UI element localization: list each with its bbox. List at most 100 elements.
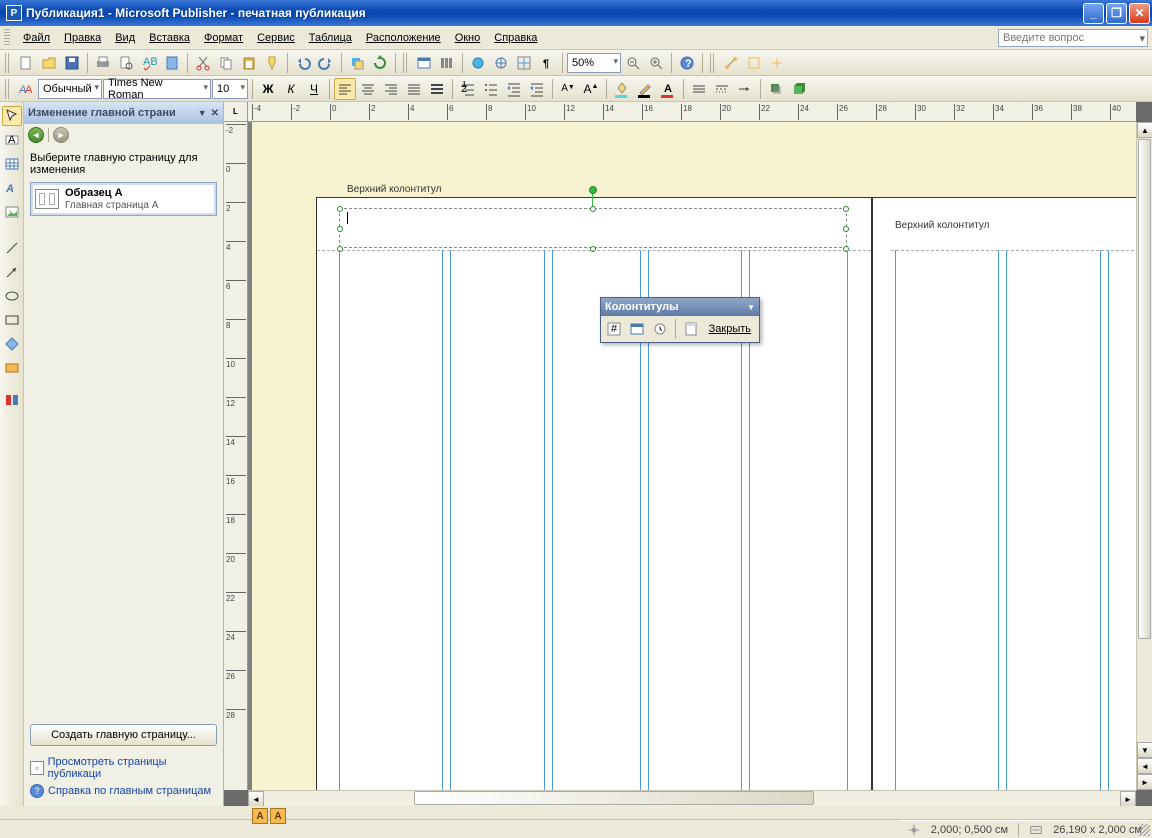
web-tools-icon[interactable] bbox=[490, 52, 512, 74]
align-left-icon[interactable] bbox=[334, 78, 356, 100]
arrow-tool-icon[interactable] bbox=[2, 262, 22, 282]
insert-time-icon[interactable] bbox=[649, 318, 671, 340]
prev-page-icon[interactable]: ◄ bbox=[1137, 758, 1152, 774]
font-combo[interactable]: Times New Roman bbox=[103, 79, 211, 99]
scroll-right-icon[interactable]: ► bbox=[1120, 791, 1136, 807]
close-button[interactable]: ✕ bbox=[1129, 3, 1150, 24]
special-chars-icon[interactable]: ¶ bbox=[536, 52, 558, 74]
hotspot-tool-icon[interactable] bbox=[2, 358, 22, 378]
show-header-footer-icon[interactable] bbox=[680, 318, 702, 340]
master-help-link[interactable]: ?Справка по главным страницам bbox=[30, 782, 217, 800]
nav-back-icon[interactable]: ◄ bbox=[28, 127, 44, 143]
new-icon[interactable] bbox=[15, 52, 37, 74]
line-color-icon[interactable] bbox=[634, 78, 656, 100]
bring-front-icon[interactable] bbox=[346, 52, 368, 74]
task-pane-close-icon[interactable]: ✕ bbox=[211, 108, 219, 119]
menu-table[interactable]: Таблица bbox=[302, 29, 359, 47]
rotate-icon[interactable] bbox=[369, 52, 391, 74]
menu-tools[interactable]: Сервис bbox=[250, 29, 302, 47]
textbox-tool-icon[interactable]: A bbox=[2, 130, 22, 150]
font-size-combo[interactable]: 10 bbox=[212, 79, 248, 99]
paste-icon[interactable] bbox=[238, 52, 260, 74]
header-footer-toolbar[interactable]: Колонтитулы▼ # Закрыть bbox=[600, 297, 760, 343]
nav-forward-icon[interactable]: ► bbox=[53, 127, 69, 143]
connect-icon2[interactable] bbox=[743, 52, 765, 74]
decrease-indent-icon[interactable] bbox=[503, 78, 525, 100]
web-preview-icon[interactable] bbox=[413, 52, 435, 74]
autoshapes-tool-icon[interactable] bbox=[2, 334, 22, 354]
guides-icon[interactable] bbox=[513, 52, 535, 74]
increase-indent-icon[interactable] bbox=[526, 78, 548, 100]
menu-edit[interactable]: Правка bbox=[57, 29, 108, 47]
copy-icon[interactable] bbox=[215, 52, 237, 74]
insert-date-icon[interactable] bbox=[626, 318, 648, 340]
bold-icon[interactable]: Ж bbox=[257, 78, 279, 100]
styles-icon[interactable]: AA bbox=[15, 78, 37, 100]
format-painter-icon[interactable] bbox=[261, 52, 283, 74]
oval-tool-icon[interactable] bbox=[2, 286, 22, 306]
menu-file[interactable]: Файл bbox=[16, 29, 57, 47]
minimize-button[interactable]: _ bbox=[1083, 3, 1104, 24]
help-search-box[interactable]: Введите вопрос bbox=[998, 29, 1148, 47]
design-gallery-icon[interactable] bbox=[2, 390, 22, 410]
page-right[interactable]: Верхний колонтитул bbox=[872, 197, 1136, 790]
shadow-icon[interactable] bbox=[765, 78, 787, 100]
save-icon[interactable] bbox=[61, 52, 83, 74]
scroll-down-icon[interactable]: ▼ bbox=[1137, 742, 1152, 758]
menu-arrange[interactable]: Расположение bbox=[359, 29, 448, 47]
hyperlink-icon[interactable] bbox=[467, 52, 489, 74]
align-center-icon[interactable] bbox=[357, 78, 379, 100]
table-tool-icon[interactable] bbox=[2, 154, 22, 174]
horizontal-scrollbar[interactable]: ◄ ► bbox=[248, 790, 1136, 806]
select-tool-icon[interactable] bbox=[2, 106, 22, 126]
menu-format[interactable]: Формат bbox=[197, 29, 250, 47]
font-color-icon[interactable]: A bbox=[657, 78, 679, 100]
rectangle-tool-icon[interactable] bbox=[2, 310, 22, 330]
float-toolbar-drop-icon[interactable]: ▼ bbox=[747, 303, 755, 312]
scroll-up-icon[interactable]: ▲ bbox=[1137, 122, 1152, 138]
view-pub-pages-link[interactable]: ▫Просмотреть страницы публикаци bbox=[30, 754, 217, 782]
connect-icon3[interactable] bbox=[766, 52, 788, 74]
float-toolbar-close-button[interactable]: Закрыть bbox=[703, 321, 757, 337]
dash-style-icon[interactable] bbox=[711, 78, 733, 100]
fill-color-icon[interactable] bbox=[611, 78, 633, 100]
menu-window[interactable]: Окно bbox=[448, 29, 488, 47]
research-icon[interactable] bbox=[161, 52, 183, 74]
task-pane-dropdown-icon[interactable]: ▼ bbox=[198, 108, 207, 118]
insert-page-number-icon[interactable]: # bbox=[603, 318, 625, 340]
print-preview-icon[interactable] bbox=[115, 52, 137, 74]
increase-font-icon[interactable]: A▲ bbox=[580, 78, 602, 100]
line-tool-icon[interactable] bbox=[2, 238, 22, 258]
numbered-list-icon[interactable]: 12 bbox=[457, 78, 479, 100]
decrease-font-icon[interactable]: A▼ bbox=[557, 78, 579, 100]
columns-icon[interactable] bbox=[436, 52, 458, 74]
vertical-scrollbar[interactable]: ▲ ▼ ◄ ► bbox=[1136, 122, 1152, 790]
undo-icon[interactable] bbox=[292, 52, 314, 74]
horizontal-ruler[interactable]: -4-2024681012141618202224262830323436384… bbox=[248, 102, 1136, 122]
create-master-button[interactable]: Создать главную страницу... bbox=[30, 724, 217, 746]
underline-icon[interactable]: Ч bbox=[303, 78, 325, 100]
justify-icon[interactable] bbox=[403, 78, 425, 100]
print-icon[interactable] bbox=[92, 52, 114, 74]
line-style-icon[interactable] bbox=[688, 78, 710, 100]
cut-icon[interactable] bbox=[192, 52, 214, 74]
zoom-combo[interactable]: 50% bbox=[567, 53, 621, 73]
arrow-style-icon[interactable] bbox=[734, 78, 756, 100]
connect-icon1[interactable] bbox=[720, 52, 742, 74]
menu-view[interactable]: Вид bbox=[108, 29, 142, 47]
master-page-item[interactable]: Образец A Главная страница A bbox=[30, 182, 217, 216]
menu-insert[interactable]: Вставка bbox=[142, 29, 197, 47]
page-tab-a-left[interactable]: A bbox=[252, 808, 268, 824]
document-canvas[interactable]: Верхний колонтитул bbox=[248, 122, 1136, 790]
header-textbox[interactable] bbox=[339, 208, 847, 248]
scroll-left-icon[interactable]: ◄ bbox=[248, 791, 264, 807]
distribute-icon[interactable] bbox=[426, 78, 448, 100]
italic-icon[interactable]: К bbox=[280, 78, 302, 100]
vertical-ruler[interactable]: -20246810121416182022242628 bbox=[224, 122, 248, 790]
align-right-icon[interactable] bbox=[380, 78, 402, 100]
maximize-button[interactable]: ❐ bbox=[1106, 3, 1127, 24]
zoom-in-icon[interactable] bbox=[645, 52, 667, 74]
redo-icon[interactable] bbox=[315, 52, 337, 74]
menu-help[interactable]: Справка bbox=[487, 29, 544, 47]
bulleted-list-icon[interactable] bbox=[480, 78, 502, 100]
